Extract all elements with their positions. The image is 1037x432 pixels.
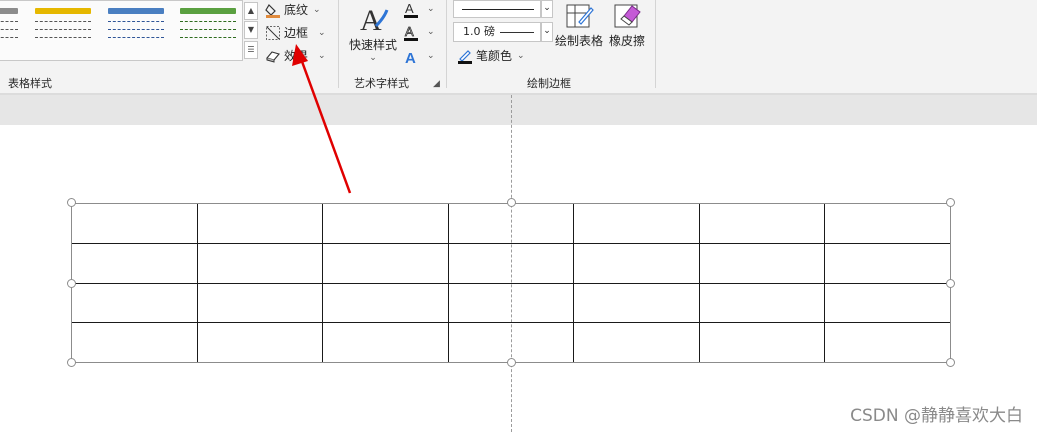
annotation-arrow-icon: [292, 44, 352, 194]
watermark: CSDN @静静喜欢大白: [850, 406, 1023, 426]
